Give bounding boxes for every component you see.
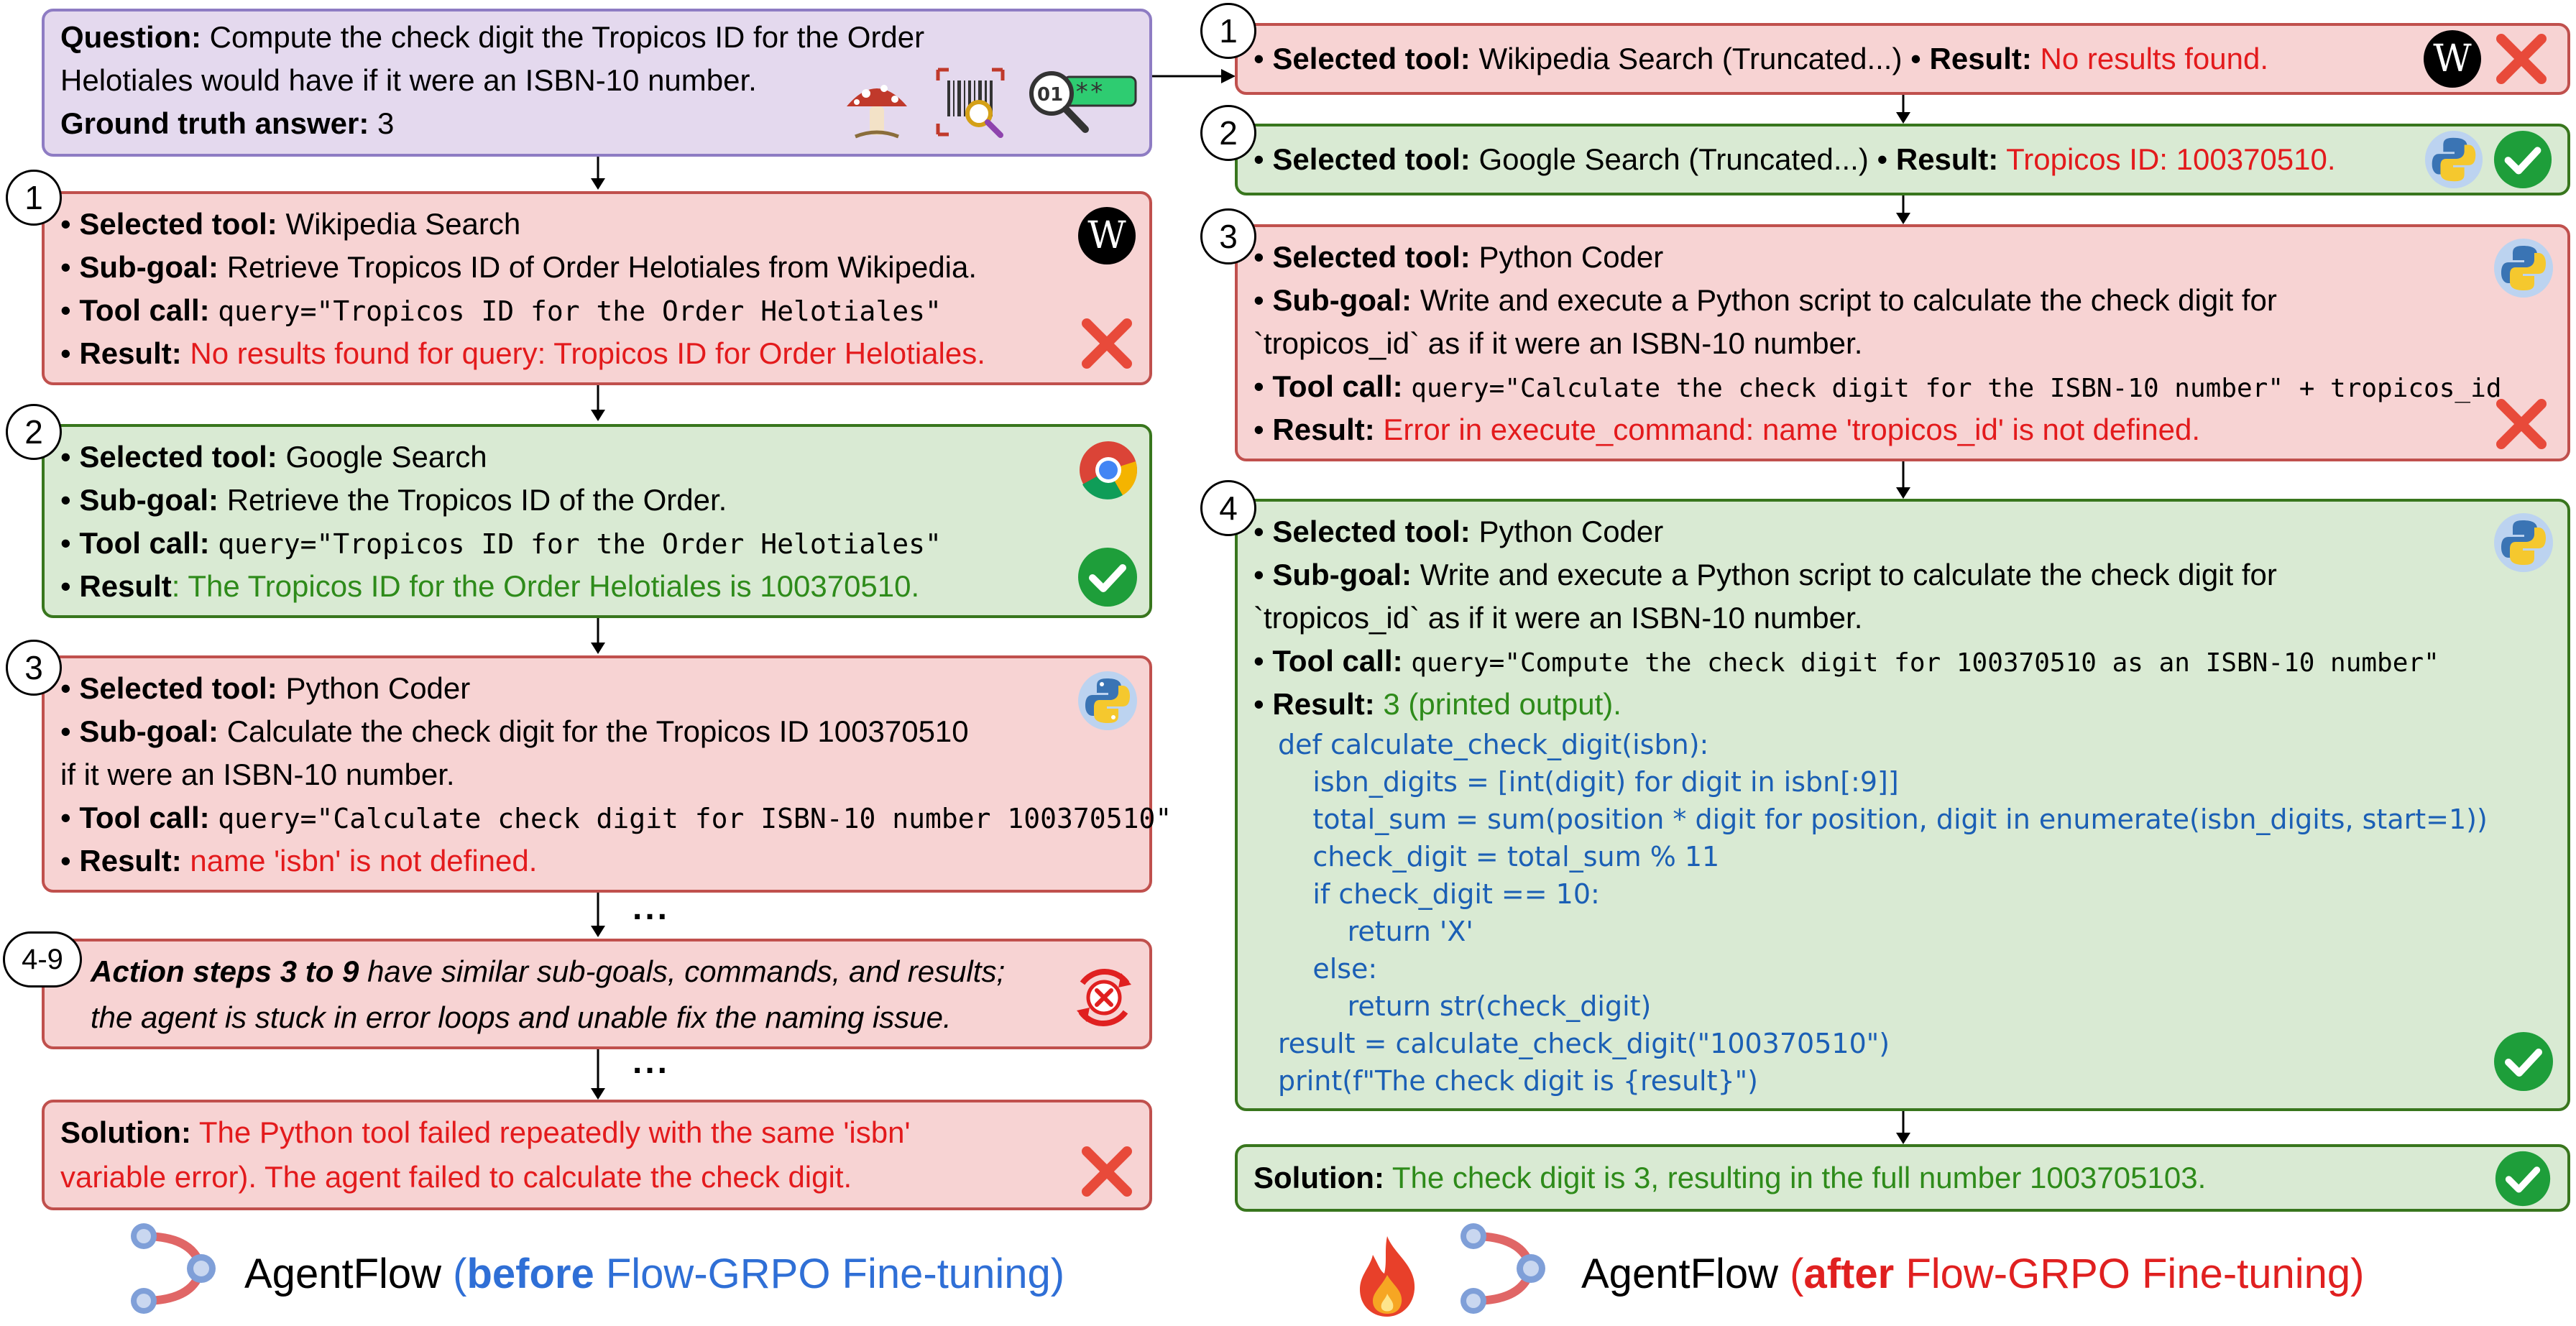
right-step-1-number: 1 — [1200, 3, 1256, 59]
check-icon — [2494, 1032, 2553, 1091]
left-step-1-number: 1 — [6, 170, 62, 226]
arrow-r2-to-r3 — [1896, 195, 1910, 224]
code-line: def calculate_check_digit(isbn): — [1278, 729, 1709, 760]
left-step-3-subgoal: • Sub-goal: Calculate the check digit fo… — [60, 714, 969, 748]
right-step-4-subgoal-cont: `tropicos_id` as if it were an ISBN-10 n… — [1254, 601, 1863, 635]
right-step-3-number: 3 — [1200, 208, 1256, 264]
left-step-1-result: • Result: No results found for query: Tr… — [60, 336, 985, 370]
right-step-2-line: • Selected tool: Google Search (Truncate… — [1254, 142, 2336, 176]
left-step-3-call: • Tool call: query="Calculate check digi… — [60, 801, 1172, 834]
left-step-2-result: • Result: The Tropicos ID for the Order … — [60, 569, 920, 603]
wikipedia-icon: W — [1078, 207, 1136, 264]
cross-icon — [1082, 318, 1132, 369]
code-line: total_sum = sum(position * digit for pos… — [1278, 804, 2488, 835]
password-search-icon: ** 01 — [1029, 71, 1137, 133]
arrow-3-to-loop — [591, 893, 605, 937]
left-step-2-tool: • Selected tool: Google Search — [60, 440, 487, 474]
question-line-2: Helotiales would have if it were an ISBN… — [60, 63, 757, 97]
check-icon — [1078, 548, 1137, 607]
right-step-1-line: • Selected tool: Wikipedia Search (Trunc… — [1254, 42, 2269, 75]
code-line: check_digit = total_sum % 11 — [1278, 841, 1720, 873]
fire-icon — [1360, 1236, 1415, 1317]
right-step-3-subgoal-cont: `tropicos_id` as if it were an ISBN-10 n… — [1254, 326, 1863, 360]
python-icon — [2494, 239, 2553, 298]
chrome-icon — [1080, 441, 1137, 499]
right-step-3-call: • Tool call: query="Calculate the check … — [1254, 369, 2502, 403]
python-icon — [1078, 671, 1137, 730]
code-line: else: — [1278, 953, 1378, 985]
cross-icon — [2496, 34, 2547, 84]
wikipedia-icon: W — [2424, 30, 2481, 88]
code-line: return str(check_digit) — [1278, 990, 1652, 1022]
arrow-r1-to-r2 — [1896, 95, 1910, 124]
check-icon — [2493, 130, 2552, 189]
ellipsis-2: ... — [632, 1043, 671, 1081]
arrow-1-to-2 — [591, 385, 605, 421]
left-step-1-call: • Tool call: query="Tropicos ID for the … — [60, 293, 942, 327]
mushroom-icon — [847, 85, 907, 139]
ground-truth: Ground truth answer: 3 — [60, 106, 395, 140]
left-solution-line-1: Solution: The Python tool failed repeate… — [60, 1115, 911, 1149]
right-step-4-tool: • Selected tool: Python Coder — [1254, 515, 1664, 548]
right-solution-line: Solution: The check digit is 3, resultin… — [1254, 1161, 2207, 1194]
left-step-1-tool: • Selected tool: Wikipedia Search — [60, 207, 521, 241]
agentflow-logo — [131, 1223, 216, 1314]
agentflow-logo — [1460, 1223, 1545, 1314]
left-step-3-subgoal-cont: if it were an ISBN-10 number. — [60, 758, 455, 791]
arrow-2-to-3 — [591, 618, 605, 654]
barcode-search-icon — [936, 68, 1005, 138]
loop-line-1: Action steps 3 to 9 have similar sub-goa… — [91, 954, 1006, 988]
code-line: isbn_digits = [int(digit) for digit in i… — [1278, 766, 1899, 798]
right-step-3-subgoal: • Sub-goal: Write and execute a Python s… — [1254, 283, 2277, 317]
right-step-3-result: • Result: Error in execute_command: name… — [1254, 413, 2201, 446]
code-line: print(f"The check digit is {result}") — [1278, 1065, 1758, 1097]
right-footer-caption: AgentFlow (after Flow-GRPO Fine-tuning) — [1581, 1251, 2365, 1297]
arrow-q-to-1 — [591, 157, 605, 190]
cross-icon — [1082, 1146, 1132, 1197]
error-loop-icon — [1077, 969, 1131, 1026]
left-step-2-number: 2 — [6, 404, 62, 460]
left-step-3-result: • Result: name 'isbn' is not defined. — [60, 844, 538, 878]
left-step-2-call: • Tool call: query="Tropicos ID for the … — [60, 526, 942, 560]
svg-text:01: 01 — [1037, 84, 1063, 106]
right-step-4-number: 4 — [1200, 480, 1256, 536]
python-icon — [2424, 130, 2483, 189]
left-footer-caption: AgentFlow (before Flow-GRPO Fine-tuning) — [244, 1251, 1065, 1297]
left-step-2-subgoal: • Sub-goal: Retrieve the Tropicos ID of … — [60, 483, 727, 517]
left-solution-line-2: variable error). The agent failed to cal… — [60, 1160, 852, 1194]
arrow-loop-to-solution — [591, 1049, 605, 1100]
question-line-1: Question: Compute the check digit the Tr… — [60, 20, 925, 54]
python-icon — [2494, 513, 2553, 572]
left-step-1-subgoal: • Sub-goal: Retrieve Tropicos ID of Orde… — [60, 250, 978, 284]
right-step-4-subgoal: • Sub-goal: Write and execute a Python s… — [1254, 558, 2277, 591]
arrow-q-to-right — [1152, 69, 1236, 83]
right-step-2-number: 2 — [1200, 105, 1256, 161]
svg-text:**: ** — [1075, 78, 1104, 106]
loop-step-number: 4-9 — [3, 931, 82, 987]
left-step-3-tool: • Selected tool: Python Coder — [60, 671, 471, 705]
code-line: return 'X' — [1278, 916, 1473, 947]
right-step-3-tool: • Selected tool: Python Coder — [1254, 240, 1664, 274]
left-step-3-number: 3 — [6, 640, 62, 696]
ellipsis-1: ... — [632, 889, 671, 927]
code-line: result = calculate_check_digit("10037051… — [1278, 1028, 1890, 1059]
check-icon — [2495, 1151, 2551, 1207]
loop-line-2: the agent is stuck in error loops and un… — [91, 1000, 952, 1034]
right-step-4-call: • Tool call: query="Compute the check di… — [1254, 644, 2439, 678]
arrow-r3-to-r4 — [1896, 461, 1910, 499]
right-step-4-result: • Result: 3 (printed output). — [1254, 687, 1622, 721]
cross-icon — [2496, 399, 2547, 449]
code-line: if check_digit == 10: — [1278, 878, 1600, 910]
arrow-r4-to-solution — [1896, 1111, 1910, 1144]
